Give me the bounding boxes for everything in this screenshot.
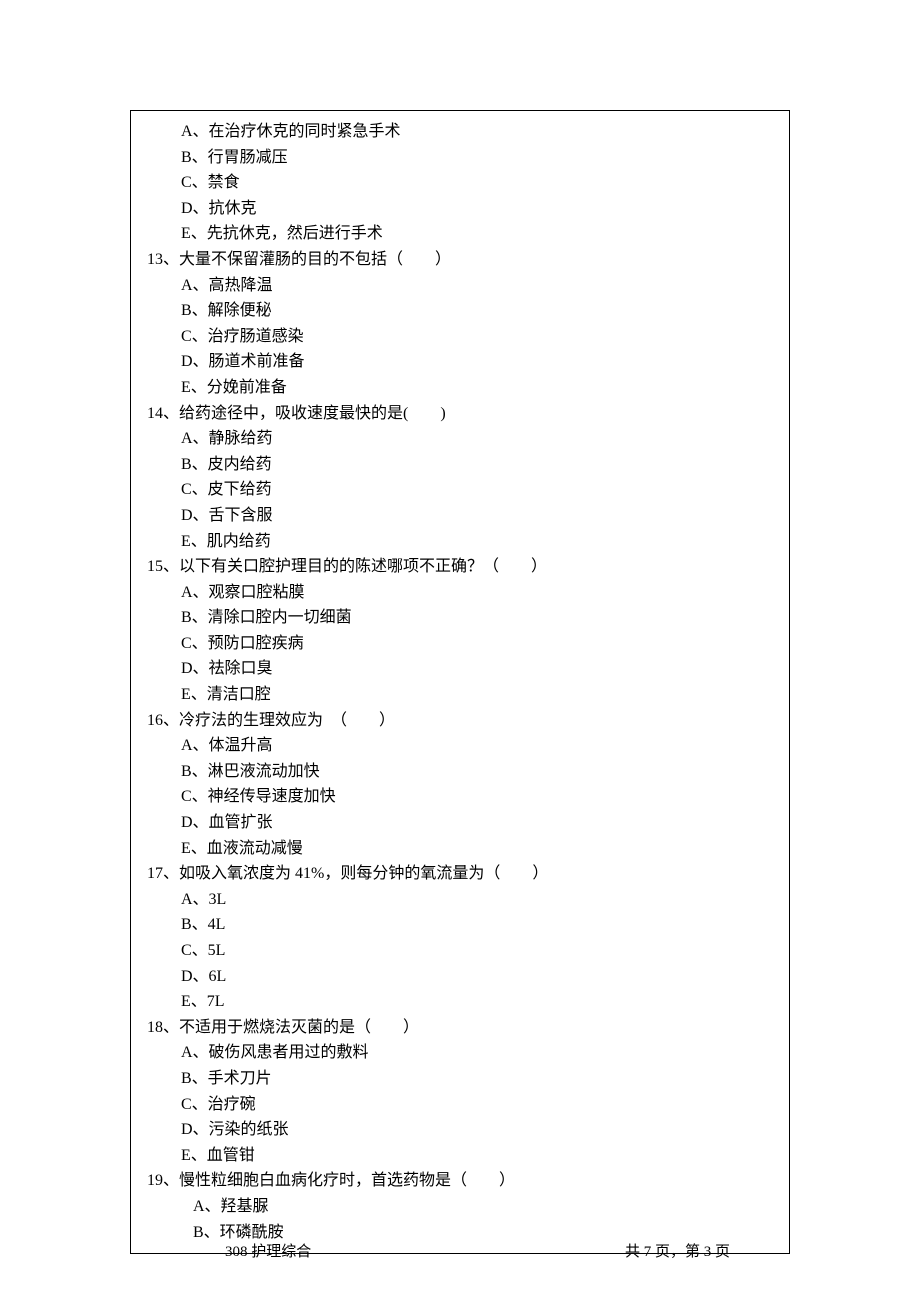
option-b: B、行胃肠减压 (141, 145, 779, 171)
question-18: 18、不适用于燃烧法灭菌的是（ ） (141, 1015, 779, 1041)
option-e: E、先抗休克，然后进行手术 (141, 221, 779, 247)
option-d: D、舌下含服 (141, 503, 779, 529)
footer-subject: 308 护理综合 (225, 1240, 311, 1264)
option-c: C、禁食 (141, 170, 779, 196)
option-c: C、5L (141, 938, 779, 964)
option-b: B、解除便秘 (141, 298, 779, 324)
question-14: 14、给药途径中，吸收速度最快的是( ) (141, 401, 779, 427)
question-15: 15、以下有关口腔护理目的的陈述哪项不正确？（ ） (141, 554, 779, 580)
option-b: B、手术刀片 (141, 1066, 779, 1092)
option-b: B、4L (141, 912, 779, 938)
page-footer: 308 护理综合 共 7 页，第 3 页 (0, 1240, 920, 1264)
option-e: E、清洁口腔 (141, 682, 779, 708)
option-a: A、在治疗休克的同时紧急手术 (141, 119, 779, 145)
option-c: C、神经传导速度加快 (141, 784, 779, 810)
option-d: D、肠道术前准备 (141, 349, 779, 375)
question-19: 19、慢性粒细胞白血病化疗时，首选药物是（ ） (141, 1168, 779, 1194)
option-e: E、肌内给药 (141, 529, 779, 555)
option-d: D、抗休克 (141, 196, 779, 222)
option-b: B、淋巴液流动加快 (141, 759, 779, 785)
question-17: 17、如吸入氧浓度为 41%，则每分钟的氧流量为（ ） (141, 861, 779, 887)
option-d: D、血管扩张 (141, 810, 779, 836)
option-e: E、分娩前准备 (141, 375, 779, 401)
footer-page-number: 共 7 页，第 3 页 (625, 1240, 730, 1264)
option-a: A、破伤风患者用过的敷料 (141, 1040, 779, 1066)
option-d: D、祛除口臭 (141, 656, 779, 682)
option-a: A、体温升高 (141, 733, 779, 759)
option-c: C、皮下给药 (141, 477, 779, 503)
option-b: B、清除口腔内一切细菌 (141, 605, 779, 631)
question-16: 16、冷疗法的生理效应为 （ ） (141, 708, 779, 734)
option-c: C、预防口腔疾病 (141, 631, 779, 657)
option-b: B、皮内给药 (141, 452, 779, 478)
exam-content-box: A、在治疗休克的同时紧急手术 B、行胃肠减压 C、禁食 D、抗休克 E、先抗休克… (130, 110, 790, 1254)
option-a: A、静脉给药 (141, 426, 779, 452)
option-d: D、6L (141, 964, 779, 990)
option-e: E、血管钳 (141, 1143, 779, 1169)
option-e: E、血液流动减慢 (141, 836, 779, 862)
question-13: 13、大量不保留灌肠的目的不包括（ ） (141, 247, 779, 273)
option-e: E、7L (141, 989, 779, 1015)
option-a: A、3L (141, 887, 779, 913)
option-d: D、污染的纸张 (141, 1117, 779, 1143)
option-c: C、治疗碗 (141, 1092, 779, 1118)
option-a: A、观察口腔粘膜 (141, 580, 779, 606)
option-a: A、高热降温 (141, 273, 779, 299)
option-c: C、治疗肠道感染 (141, 324, 779, 350)
option-a: A、羟基脲 (141, 1194, 779, 1220)
